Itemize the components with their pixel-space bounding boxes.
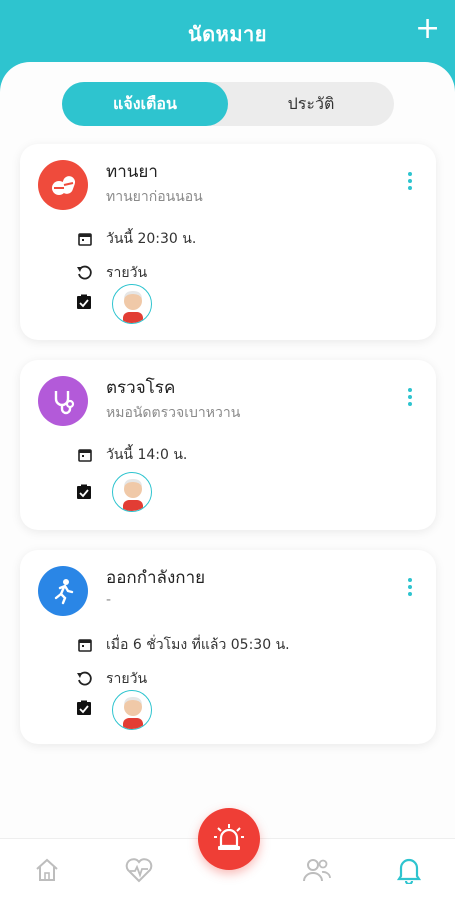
stethoscope-icon — [38, 376, 88, 426]
add-button[interactable]: + — [415, 14, 440, 44]
tab-history[interactable]: ประวัติ — [228, 82, 394, 126]
clipboard-check-icon — [76, 700, 94, 718]
reminder-card-exercise[interactable]: ออกกำลังกาย - เมื่อ 6 ชั่วโมง ที่แล้ว 05… — [20, 550, 436, 744]
clipboard-check-icon — [76, 484, 94, 502]
home-icon[interactable] — [30, 853, 64, 887]
pills-icon — [38, 160, 88, 210]
reminder-subtitle: - — [106, 592, 112, 608]
sos-siren-button[interactable] — [198, 808, 260, 870]
calendar-icon — [76, 446, 94, 464]
siren-icon — [212, 822, 246, 856]
content-sheet: แจ้งเตือน ประวัติ ทานยา ทานยาก่อนนอน วัน… — [0, 62, 455, 900]
reminder-time: เมื่อ 6 ชั่วโมง ที่แล้ว 05:30 น. — [106, 637, 290, 653]
tab-switcher: แจ้งเตือน ประวัติ — [62, 82, 394, 126]
calendar-icon — [76, 230, 94, 248]
reminder-repeat: รายวัน — [106, 671, 148, 687]
avatar[interactable] — [112, 284, 152, 324]
repeat-row: รายวัน — [76, 262, 147, 284]
more-options-icon[interactable] — [406, 388, 414, 410]
people-icon[interactable] — [300, 853, 334, 887]
reminder-repeat: รายวัน — [106, 265, 148, 281]
reminder-card-checkup[interactable]: ตรวจโรค หมอนัดตรวจเบาหวาน วันนี้ 14:0 น. — [20, 360, 436, 530]
heart-rate-icon[interactable] — [122, 853, 156, 887]
avatar[interactable] — [112, 472, 152, 512]
calendar-icon — [76, 636, 94, 654]
time-row: วันนี้ 20:30 น. — [76, 228, 196, 250]
more-options-icon[interactable] — [406, 578, 414, 600]
clipboard-check-icon — [76, 294, 94, 312]
page-title: นัดหมาย — [188, 22, 267, 46]
reminder-subtitle: หมอนัดตรวจเบาหวาน — [106, 405, 241, 421]
reminder-subtitle: ทานยาก่อนนอน — [106, 189, 203, 205]
reminder-title: ตรวจโรค — [106, 378, 176, 398]
repeat-icon — [76, 670, 94, 688]
reminder-title: ออกกำลังกาย — [106, 568, 206, 588]
reminder-time: วันนี้ 20:30 น. — [106, 231, 197, 247]
avatar[interactable] — [112, 690, 152, 730]
running-icon — [38, 566, 88, 616]
bell-icon[interactable] — [392, 853, 426, 887]
repeat-row: รายวัน — [76, 668, 147, 690]
time-row: วันนี้ 14:0 น. — [76, 444, 187, 466]
more-options-icon[interactable] — [406, 172, 414, 194]
tab-notifications[interactable]: แจ้งเตือน — [62, 82, 228, 126]
repeat-icon — [76, 264, 94, 282]
reminder-title: ทานยา — [106, 162, 158, 182]
reminder-card-medicine[interactable]: ทานยา ทานยาก่อนนอน วันนี้ 20:30 น. รายวั… — [20, 144, 436, 340]
time-row: เมื่อ 6 ชั่วโมง ที่แล้ว 05:30 น. — [76, 634, 290, 656]
reminder-time: วันนี้ 14:0 น. — [106, 447, 188, 463]
